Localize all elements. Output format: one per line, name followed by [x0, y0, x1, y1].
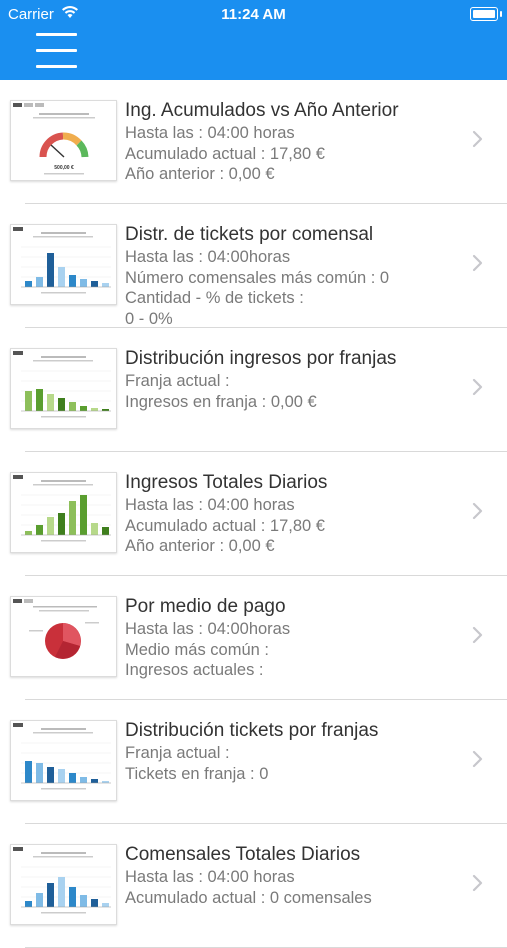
report-details: Hasta las : 04:00horas Medio más común : I…	[125, 619, 290, 681]
svg-text:500,00 €: 500,00 €	[54, 165, 74, 171]
report-detail-line: Ingresos actuales :	[125, 661, 264, 679]
battery-icon	[470, 7, 502, 21]
chevron-right-icon	[472, 502, 484, 525]
report-row[interactable]: Por medio de pago Hasta las : 04:00horas M…	[0, 576, 507, 700]
report-thumbnail	[10, 348, 117, 429]
report-thumbnail	[10, 224, 117, 305]
report-title: Por medio de pago	[125, 596, 286, 617]
status-bar: Carrier 11:24 AM	[0, 0, 507, 28]
report-detail-line: Acumulado actual : 17,80 €	[125, 516, 325, 535]
report-detail-line: Acumulado actual : 17,80 €	[125, 144, 325, 163]
report-detail-line: Ingresos en franja : 0,00 €	[125, 392, 317, 411]
navigation-bar: Carrier 11:24 AM	[0, 0, 507, 80]
report-detail-line: Tickets en franja : 0	[125, 764, 269, 783]
report-detail-line: Cantidad - % de tickets :	[125, 289, 304, 307]
report-detail-line: 0 - 0%	[125, 309, 173, 328]
report-row[interactable]: Comensales Totales Diarios Hasta las : 04…	[0, 824, 507, 948]
report-thumbnail	[10, 720, 117, 801]
report-details: Franja actual : Tickets en franja : 0	[125, 743, 268, 784]
report-title: Ingresos Totales Diarios	[125, 472, 328, 493]
chevron-right-icon	[472, 626, 484, 649]
report-detail-line: Franja actual :	[125, 372, 230, 390]
report-detail-line: Hasta las : 04:00 horas	[125, 868, 295, 886]
chevron-right-icon	[472, 378, 484, 401]
report-title: Ing. Acumulados vs Año Anterior	[125, 100, 399, 121]
status-time: 11:24 AM	[221, 6, 286, 23]
chevron-right-icon	[472, 254, 484, 277]
report-details: Hasta las : 04:00 horas Acumulado actual …	[125, 123, 325, 185]
report-detail-line: Hasta las : 04:00horas	[125, 620, 291, 638]
hamburger-menu-button[interactable]	[36, 33, 78, 69]
chevron-right-icon	[472, 130, 484, 153]
reports-list: 500,00 € Ing. Acumulados vs Año Anterior H…	[0, 80, 507, 948]
report-detail-line: Año anterior : 0,00 €	[125, 537, 275, 555]
report-detail-line: Franja actual :	[125, 744, 230, 762]
report-details: Hasta las : 04:00horas Número comensales …	[125, 247, 389, 329]
report-row[interactable]: Distribución tickets por franjas Franja a…	[0, 700, 507, 824]
report-row[interactable]: Ingresos Totales Diarios Hasta las : 04:0…	[0, 452, 507, 576]
report-title: Comensales Totales Diarios	[125, 844, 361, 865]
report-detail-line: Medio más común :	[125, 640, 269, 659]
report-title: Distribución tickets por franjas	[125, 720, 379, 741]
report-details: Hasta las : 04:00 horas Acumulado actual …	[125, 867, 372, 908]
chevron-right-icon	[472, 874, 484, 897]
report-detail-line: Hasta las : 04:00horas	[125, 248, 291, 266]
report-title: Distr. de tickets por comensal	[125, 224, 374, 245]
report-detail-line: Número comensales más común : 0	[125, 268, 390, 287]
report-thumbnail	[10, 844, 117, 925]
report-row[interactable]: Distr. de tickets por comensal Hasta las …	[0, 204, 507, 328]
report-detail-line: Hasta las : 04:00 horas	[125, 496, 295, 514]
chevron-right-icon	[472, 750, 484, 773]
report-row[interactable]: Distribución ingresos por franjas Franja …	[0, 328, 507, 452]
report-details: Franja actual : Ingresos en franja : 0,00…	[125, 371, 317, 412]
report-thumbnail: 500,00 €	[10, 100, 117, 181]
report-detail-line: Acumulado actual : 0 comensales	[125, 888, 372, 907]
report-detail-line: Hasta las : 04:00 horas	[125, 124, 295, 142]
report-row[interactable]: 500,00 € Ing. Acumulados vs Año Anterior H…	[0, 80, 507, 204]
report-details: Hasta las : 04:00 horas Acumulado actual …	[125, 495, 325, 557]
report-detail-line: Año anterior : 0,00 €	[125, 165, 275, 183]
report-thumbnail	[10, 596, 117, 677]
report-title: Distribución ingresos por franjas	[125, 348, 397, 369]
report-thumbnail	[10, 472, 117, 553]
